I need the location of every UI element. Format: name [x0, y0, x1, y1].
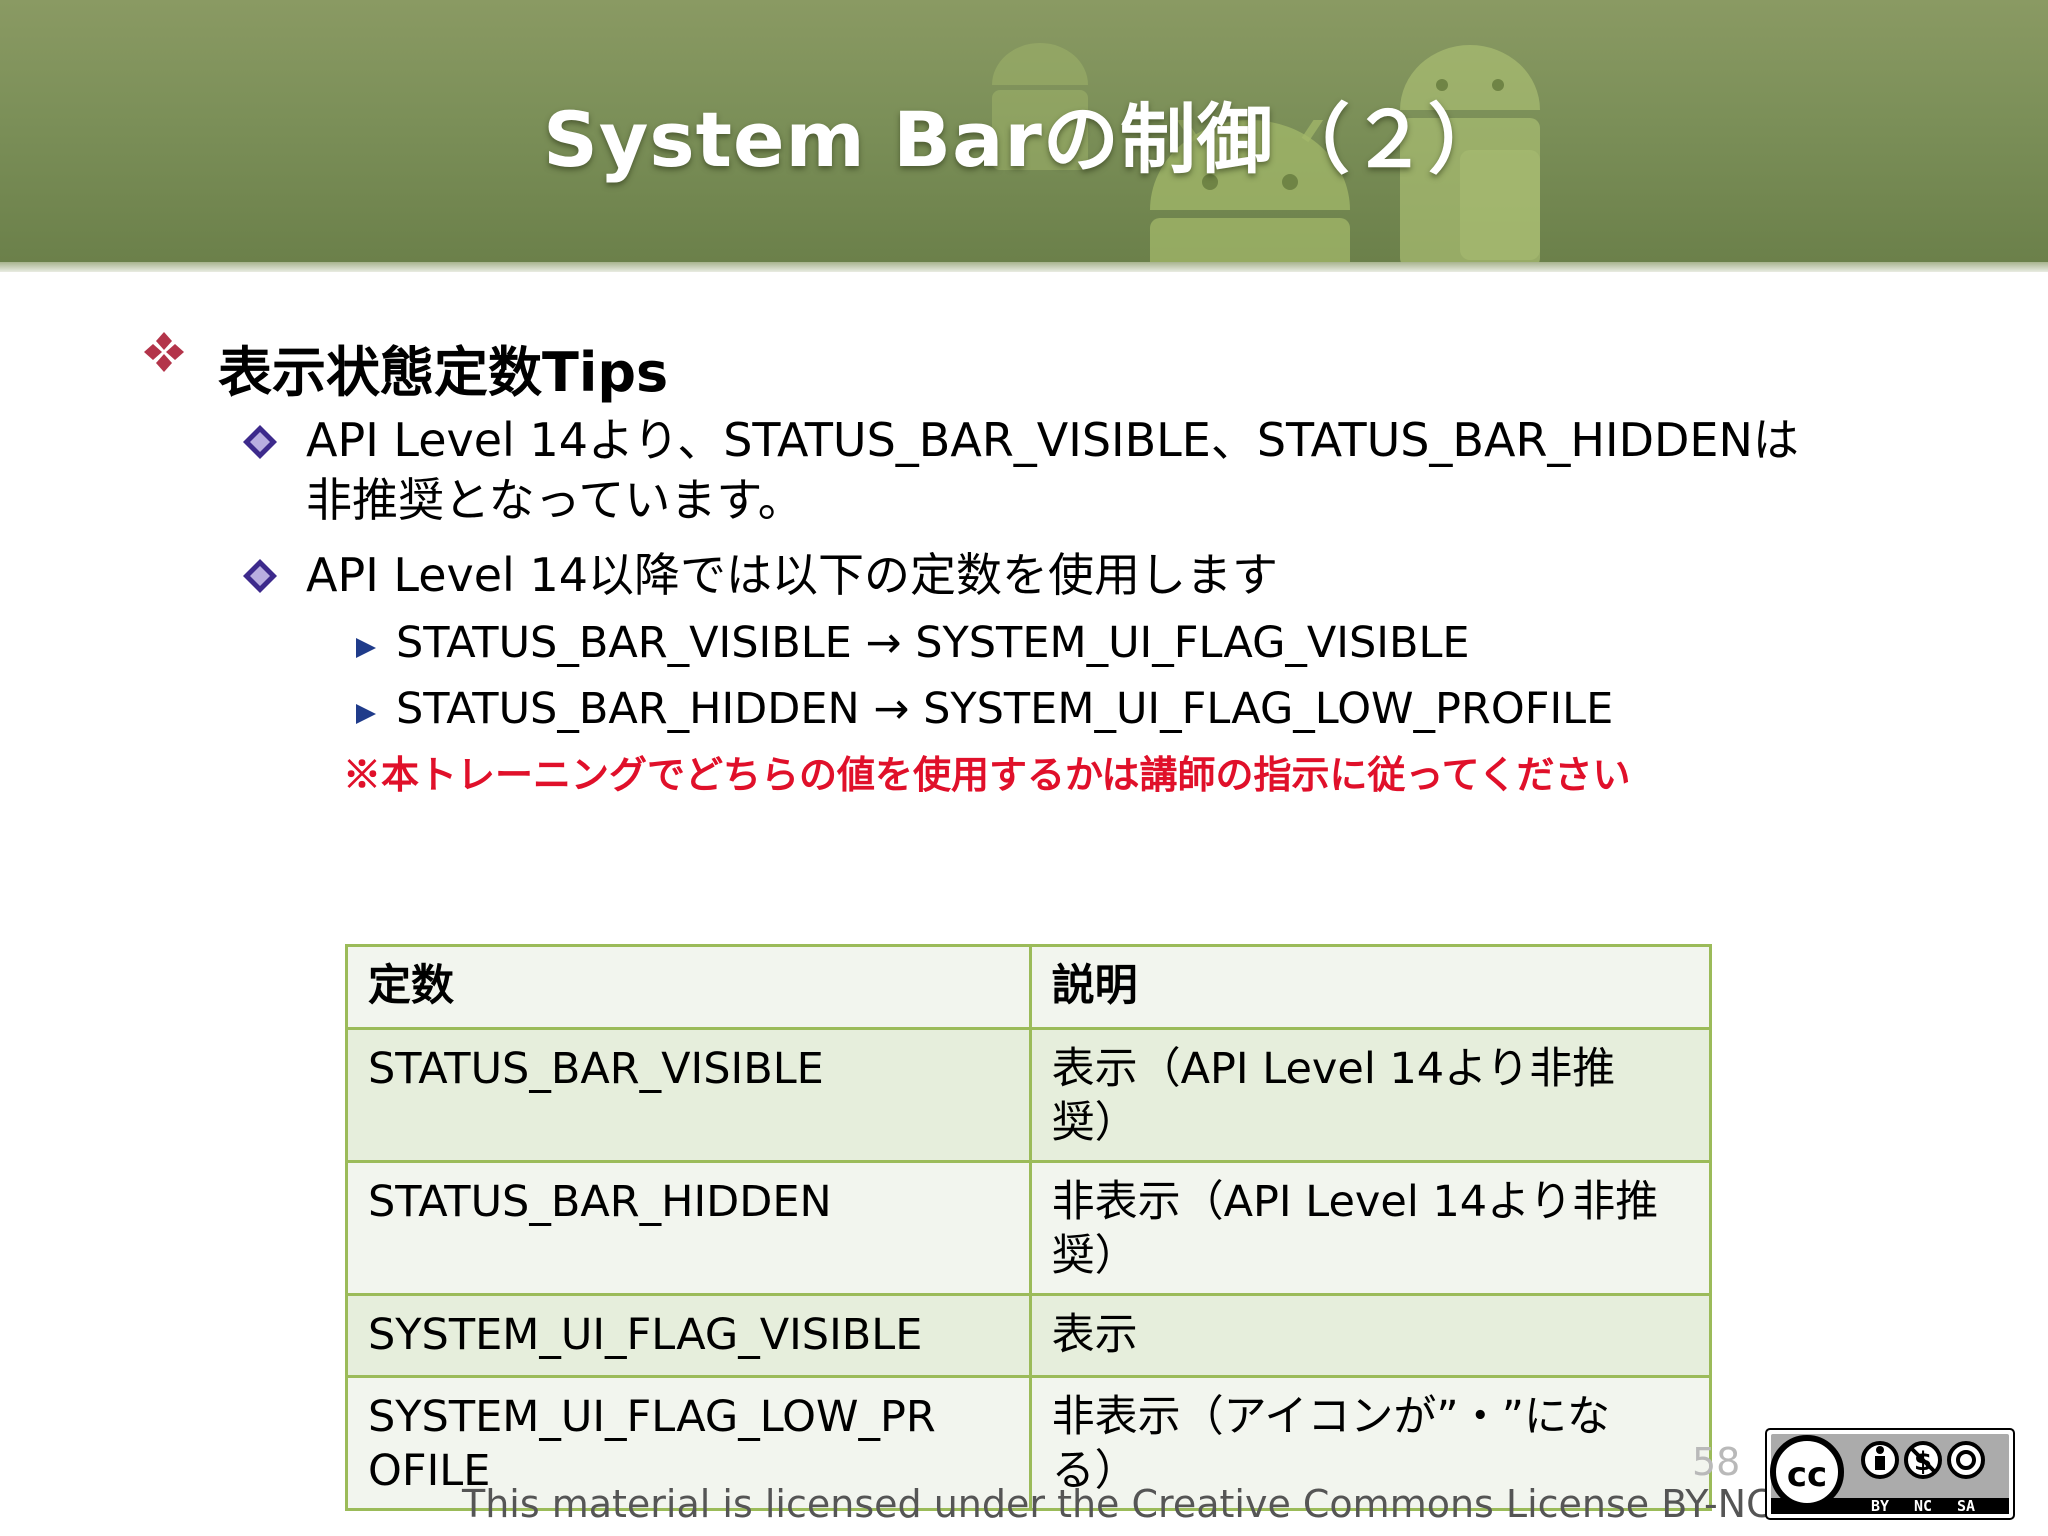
table-cell-description: 表示	[1028, 1293, 1713, 1378]
table-row: STATUS_BAR_HIDDEN 非表示（API Level 14より非推 奨…	[345, 1160, 1713, 1296]
cc-text: cc	[1787, 1455, 1827, 1495]
section-heading: 表示状態定数Tips	[218, 341, 669, 404]
mapping-item: STATUS_BAR_HIDDEN → SYSTEM_UI_FLAG_LOW_P…	[396, 684, 1614, 734]
cc-nc-label: NC	[1914, 1497, 1932, 1515]
cc-by-label: BY	[1871, 1497, 1889, 1515]
banner-divider	[0, 262, 2048, 272]
table-row: SYSTEM_UI_FLAG_VISIBLE 表示	[345, 1293, 1713, 1378]
slide-title: System Barの制御（２）	[543, 95, 1505, 184]
triangle-bullet-icon	[356, 704, 376, 724]
table-header-row: 定数 説明	[345, 944, 1713, 1030]
triangle-bullet-icon	[356, 638, 376, 658]
point-text: API Level 14より、STATUS_BAR_VISIBLE、STATUS…	[306, 413, 1799, 467]
point-text-continued: 非推奨となっています。	[306, 473, 804, 527]
instructor-note: ※本トレーニングでどちらの値を使用するかは講師の指示に従ってください	[343, 752, 1631, 797]
cc-sa-label: SA	[1957, 1497, 1975, 1515]
table-header-cell: 説明	[1028, 944, 1713, 1030]
table-cell-description: 表示（API Level 14より非推 奨）	[1028, 1027, 1713, 1163]
table-cell-constant: STATUS_BAR_VISIBLE	[345, 1027, 1032, 1163]
table-row: STATUS_BAR_VISIBLE 表示（API Level 14より非推 奨…	[345, 1027, 1713, 1163]
diamond-bullet-icon	[243, 425, 277, 459]
point-text: API Level 14以降では以下の定数を使用します	[306, 548, 1278, 602]
table-header-cell: 定数	[345, 944, 1032, 1030]
table-cell-description: 非表示（API Level 14より非推 奨）	[1028, 1160, 1713, 1296]
title-banner: System Barの制御（２）	[0, 0, 2048, 272]
table-cell-constant: SYSTEM_UI_FLAG_VISIBLE	[345, 1293, 1032, 1378]
license-text: This material is licensed under the Crea…	[462, 1482, 1922, 1526]
creative-commons-badge-icon: cc $ BY NC SA	[1765, 1428, 2015, 1520]
mapping-item: STATUS_BAR_VISIBLE → SYSTEM_UI_FLAG_VISI…	[396, 618, 1470, 668]
four-diamond-bullet-icon	[144, 332, 184, 372]
diamond-bullet-icon	[243, 559, 277, 593]
constants-table: 定数 説明 STATUS_BAR_VISIBLE 表示（API Level 14…	[345, 944, 1713, 1511]
table-cell-constant: STATUS_BAR_HIDDEN	[345, 1160, 1032, 1296]
page-number: 58	[1692, 1440, 1741, 1484]
